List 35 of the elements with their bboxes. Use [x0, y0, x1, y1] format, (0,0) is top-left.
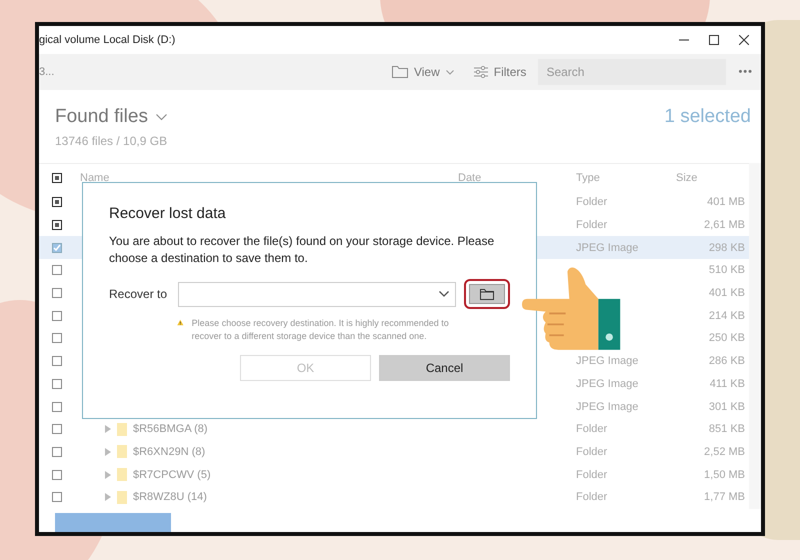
file-name: $R7CPCWV (5) [133, 468, 211, 481]
file-type: Folder [576, 446, 608, 458]
file-size: 2,61 MB [704, 219, 745, 232]
field-label: Recover to [109, 287, 168, 301]
file-type: JPEG Image [576, 400, 638, 413]
file-size: 510 KB [708, 264, 745, 276]
file-name: $R56BMGA (8) [133, 423, 208, 436]
file-size: 214 KB [708, 310, 745, 322]
file-size: 401 MB [707, 196, 745, 208]
file-type: Folder [576, 219, 608, 232]
file-type: JPEG Image [576, 242, 638, 254]
dialog-message: You are about to recover the file(s) found on your storage device. Please choose a destination to save them to. [109, 233, 496, 267]
file-size: 411 KB [710, 378, 745, 390]
file-size: 1,50 MB [704, 468, 745, 481]
selection-count: 1 selected [664, 106, 751, 128]
file-type: Folder [576, 423, 608, 436]
file-size: 401 KB [708, 287, 745, 300]
file-size: 286 KB [708, 355, 745, 368]
file-type: Folder [576, 468, 608, 481]
file-size: 2,52 MB [704, 446, 745, 458]
window-title: gical volume Local Disk (D:) [39, 34, 176, 46]
file-size: 1,77 MB [704, 491, 745, 504]
dialog-title: Recover lost data [109, 205, 227, 222]
files-summary: 13746 files / 10,9 GB [54, 133, 168, 150]
file-size: 250 KB [708, 332, 745, 344]
file-type: JPEG Image [576, 355, 638, 368]
file-size: 851 KB [708, 423, 745, 436]
file-size: 298 KB [708, 242, 745, 254]
file-type: Folder [576, 491, 608, 504]
file-type: JPEG Image [576, 378, 638, 390]
warning-message: Please choose recovery destination. It is highly recommended to recover to a different storage device than the scanned one. [192, 317, 450, 343]
file-type: Folder [576, 196, 608, 208]
file-size: 301 KB [708, 400, 745, 413]
file-name: $R8WZ8U (14) [133, 491, 207, 504]
file-name: $R6XN29N (8) [133, 446, 206, 458]
